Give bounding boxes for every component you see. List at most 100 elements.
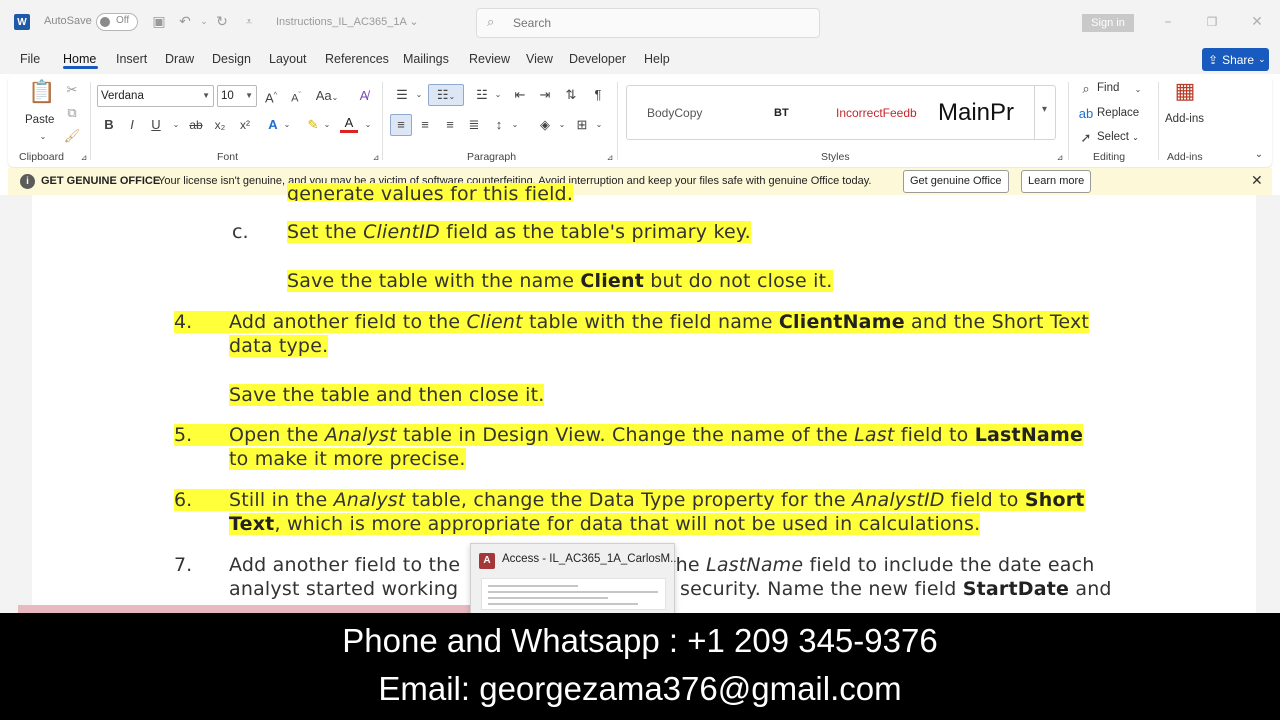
align-right-icon[interactable]: ≡ <box>440 115 460 135</box>
tab-developer[interactable]: Developer <box>569 52 626 66</box>
title-bar: W AutoSave Off ▣ ↶ ⌄ ↻ ⩡ Instructions_IL… <box>0 0 1280 44</box>
notice-heading: GET GENUINE OFFICE <box>41 175 161 187</box>
paste-label[interactable]: Paste <box>25 114 54 126</box>
decrease-indent-icon[interactable]: ⇤ <box>510 85 530 105</box>
tab-design[interactable]: Design <box>212 52 251 66</box>
close-icon[interactable]: ✕ <box>1251 172 1263 189</box>
group-separator <box>617 82 618 160</box>
document-title[interactable]: Instructions_IL_AC365_1A ⌄ <box>276 15 419 28</box>
tab-references[interactable]: References <box>325 52 389 66</box>
chevron-down-icon[interactable]: ⌄ <box>409 85 429 105</box>
tab-layout[interactable]: Layout <box>269 52 307 66</box>
strikethrough-button[interactable]: ab <box>186 115 206 135</box>
increase-indent-icon[interactable]: ⇥ <box>535 85 555 105</box>
step-7-line-1a: Add another field to the <box>229 554 461 576</box>
step-c-text: Set the ClientID field as the table's pr… <box>287 221 751 243</box>
find-button[interactable]: Find <box>1097 82 1119 94</box>
font-name-select[interactable]: Verdana ▼ <box>97 85 214 107</box>
redo-icon[interactable]: ↻ <box>213 13 231 31</box>
tab-mailings[interactable]: Mailings <box>403 52 449 66</box>
share-button[interactable]: ⇪ Share ⌄ <box>1202 48 1269 71</box>
step-7-line-2b: security. Name the new field StartDate a… <box>680 578 1112 600</box>
style-mainprompt[interactable]: MainPr <box>938 86 1030 139</box>
tab-review[interactable]: Review <box>469 52 510 66</box>
chevron-down-icon[interactable]: ⌄ <box>1128 80 1148 100</box>
add-ins-button[interactable]: Add-ins <box>1165 113 1204 125</box>
tab-help[interactable]: Help <box>644 52 670 66</box>
font-color-icon[interactable]: A <box>340 113 358 133</box>
subscript-button[interactable]: x₂ <box>210 115 230 135</box>
learn-more-button[interactable]: Learn more <box>1021 170 1092 193</box>
styles-more-button[interactable]: ▾ <box>1034 86 1054 139</box>
styles-launcher-icon[interactable]: ⊿ <box>1050 148 1070 168</box>
step-4-number: 4. <box>174 311 229 333</box>
save-icon[interactable]: ▣ <box>150 13 168 31</box>
undo-dropdown-icon[interactable]: ⌄ <box>195 13 213 31</box>
chevron-down-icon[interactable]: ⌄ <box>552 115 572 135</box>
align-left-icon[interactable]: ≡ <box>390 114 412 136</box>
select-button[interactable]: Select ⌄ <box>1097 131 1139 143</box>
minimize-icon[interactable]: – <box>1158 12 1178 32</box>
bold-button[interactable]: B <box>99 115 119 135</box>
word-logo-icon: W <box>14 14 30 30</box>
share-icon: ⇪ <box>1208 52 1219 67</box>
step-4-line-1: Add another field to the Client table wi… <box>229 311 1090 333</box>
style-bodycopy[interactable]: BodyCopy <box>647 86 702 139</box>
change-case-icon[interactable]: Aa⌄ <box>313 86 341 106</box>
tab-insert[interactable]: Insert <box>116 52 147 66</box>
show-formatting-marks-icon[interactable]: ¶ <box>588 85 608 105</box>
search-input[interactable] <box>513 16 793 30</box>
restore-icon[interactable]: ❐ <box>1202 12 1222 32</box>
shrink-font-icon[interactable]: Aˇ <box>286 86 306 106</box>
superscript-button[interactable]: x² <box>235 115 255 135</box>
customize-qat-icon[interactable]: ⩡ <box>240 13 258 31</box>
chevron-down-icon[interactable]: ⌄ <box>277 115 297 135</box>
font-size-select[interactable]: 10 ▼ <box>217 85 257 107</box>
format-painter-icon[interactable]: 🖌 <box>62 126 82 146</box>
underline-dropdown-icon[interactable]: ⌄ <box>166 115 186 135</box>
chevron-down-icon: ▼ <box>202 91 210 100</box>
step-6-number: 6. <box>174 489 229 511</box>
collapse-ribbon-icon[interactable]: ⌄ <box>1249 145 1269 165</box>
close-window-icon[interactable]: ✕ <box>1247 12 1267 32</box>
style-bt[interactable]: BT <box>774 86 789 139</box>
numbering-icon[interactable]: ☷⌄ <box>428 84 464 106</box>
clear-formatting-icon[interactable]: A̸ <box>354 86 374 106</box>
chevron-down-icon[interactable]: ⌄ <box>505 115 525 135</box>
justify-icon[interactable]: ≣ <box>464 115 484 135</box>
underline-button[interactable]: U <box>146 115 166 135</box>
style-incorrectfeedback[interactable]: IncorrectFeedb <box>836 86 926 139</box>
align-center-icon[interactable]: ≡ <box>415 115 435 135</box>
add-ins-icon[interactable]: ▦ <box>1172 80 1198 107</box>
replace-button[interactable]: Replace <box>1097 107 1139 119</box>
step-c-number: c. <box>232 221 249 243</box>
chevron-down-icon[interactable]: ⌄ <box>488 85 508 105</box>
search-box[interactable]: ⌕ <box>476 8 820 38</box>
menu-bar: File Home Insert Draw Design Layout Refe… <box>0 44 1280 74</box>
italic-button[interactable]: I <box>122 115 142 135</box>
paste-icon[interactable]: 📋 <box>28 81 55 112</box>
autosave-toggle[interactable]: Off <box>96 13 138 31</box>
access-window-preview[interactable]: A Access - IL_AC365_1A_CarlosM... <box>470 543 680 615</box>
get-genuine-office-button[interactable]: Get genuine Office <box>903 170 1009 193</box>
sign-in-button[interactable]: Sign in <box>1082 14 1134 32</box>
grow-font-icon[interactable]: A^ <box>261 86 281 106</box>
paste-dropdown-icon[interactable]: ⌄ <box>33 127 53 147</box>
clipboard-launcher-icon[interactable]: ⊿ <box>74 148 94 168</box>
group-label-clipboard: Clipboard <box>19 151 64 163</box>
chevron-down-icon[interactable]: ⌄ <box>589 115 609 135</box>
tab-view[interactable]: View <box>526 52 553 66</box>
chevron-down-icon[interactable]: ⌄ <box>317 115 337 135</box>
tab-file[interactable]: File <box>20 52 40 66</box>
tab-draw[interactable]: Draw <box>165 52 194 66</box>
group-label-paragraph: Paragraph <box>467 151 517 163</box>
chevron-down-icon[interactable]: ⌄ <box>358 115 378 135</box>
tab-home[interactable]: Home <box>63 52 96 66</box>
cut-icon[interactable]: ✂ <box>62 80 82 100</box>
sort-icon[interactable]: ⇅ <box>561 85 581 105</box>
undo-icon[interactable]: ↶ <box>176 13 194 31</box>
copy-icon[interactable]: ⧉ <box>62 103 82 123</box>
step-5-line-1: Open the Analyst table in Design View. C… <box>229 424 1084 446</box>
access-logo-icon: A <box>479 553 495 569</box>
font-launcher-icon[interactable]: ⊿ <box>366 148 386 168</box>
